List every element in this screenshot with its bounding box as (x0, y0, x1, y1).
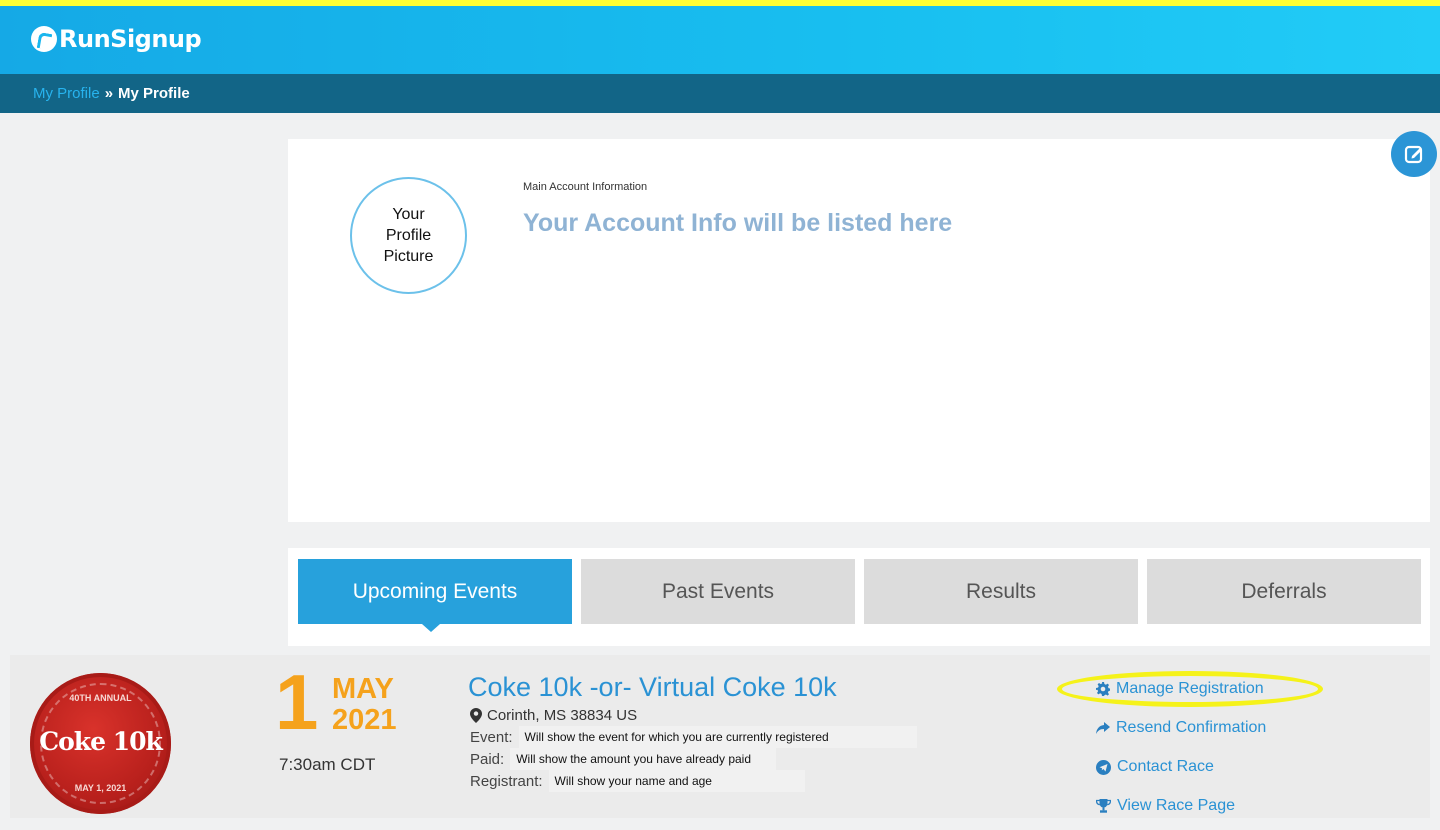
event-label: Event: (470, 728, 513, 746)
registrant-label: Registrant: (470, 772, 543, 790)
active-tab-pointer (422, 624, 440, 632)
tab-upcoming-events[interactable]: Upcoming Events (298, 559, 572, 624)
event-value: Will show the event for which you are cu… (518, 726, 917, 748)
tab-deferrals[interactable]: Deferrals (1147, 559, 1421, 624)
race-logo[interactable]: 40TH ANNUAL Coke 10k MAY 1, 2021 (30, 673, 171, 814)
race-logo-date: MAY 1, 2021 (74, 783, 127, 793)
event-start-time: 7:30am CDT (279, 755, 376, 774)
runsignup-logo[interactable]: RunSignup (31, 22, 202, 56)
trophy-icon (1096, 799, 1111, 813)
race-logo-name: Coke 10k (39, 727, 163, 756)
breadcrumb: My Profile » My Profile (0, 74, 1440, 113)
resend-confirmation-label: Resend Confirmation (1116, 719, 1267, 736)
paid-value: Will show the amount you have already pa… (510, 748, 777, 770)
tab-results[interactable]: Results (864, 559, 1138, 624)
runsignup-logo-icon (31, 26, 57, 52)
resend-confirmation-link[interactable]: Resend Confirmation (1096, 718, 1266, 738)
registrant-row: Registrant: Will show your name and age (470, 770, 805, 792)
account-section-label: Main Account Information (523, 181, 648, 193)
account-info-placeholder: Your Account Info will be listed here (523, 209, 953, 237)
paid-label: Paid: (470, 750, 505, 768)
breadcrumb-separator: » (104, 85, 114, 102)
profile-picture[interactable]: Your Profile Picture (350, 177, 467, 294)
contact-race-label: Contact Race (1117, 758, 1214, 775)
breadcrumb-link-my-profile[interactable]: My Profile (33, 85, 100, 102)
view-race-page-link[interactable]: View Race Page (1096, 796, 1266, 816)
upcoming-event-row: 40TH ANNUAL Coke 10k MAY 1, 2021 1 MAY 2… (10, 655, 1430, 818)
events-tab-panel: Upcoming Events Past Events Results Defe… (288, 548, 1430, 646)
logo-text: RunSignup (59, 25, 202, 53)
event-location-text: Corinth, MS 38834 US (487, 707, 638, 724)
event-date-month: MAY (332, 673, 394, 705)
tab-past-events[interactable]: Past Events (581, 559, 855, 624)
event-row: Event: Will show the event for which you… (470, 726, 917, 748)
event-date-year: 2021 (332, 704, 397, 736)
map-pin-icon (470, 708, 482, 723)
view-race-page-label: View Race Page (1117, 797, 1235, 814)
paid-row: Paid: Will show the amount you have alre… (470, 748, 777, 770)
breadcrumb-current: My Profile (118, 85, 190, 102)
race-logo-annual: 40TH ANNUAL (69, 693, 132, 703)
account-info-card: Your Profile Picture Main Account Inform… (288, 139, 1430, 522)
send-icon (1096, 759, 1111, 775)
contact-race-link[interactable]: Contact Race (1096, 757, 1266, 777)
site-header: RunSignup (0, 6, 1440, 74)
share-arrow-icon (1096, 722, 1110, 734)
edit-profile-button[interactable] (1391, 131, 1437, 177)
edit-icon (1404, 145, 1423, 164)
event-title-link[interactable]: Coke 10k -or- Virtual Coke 10k (468, 672, 837, 703)
registrant-value: Will show your name and age (548, 770, 805, 792)
event-date-day: 1 (275, 658, 319, 746)
manage-registration-highlight (1057, 671, 1323, 707)
event-location: Corinth, MS 38834 US (470, 707, 637, 724)
